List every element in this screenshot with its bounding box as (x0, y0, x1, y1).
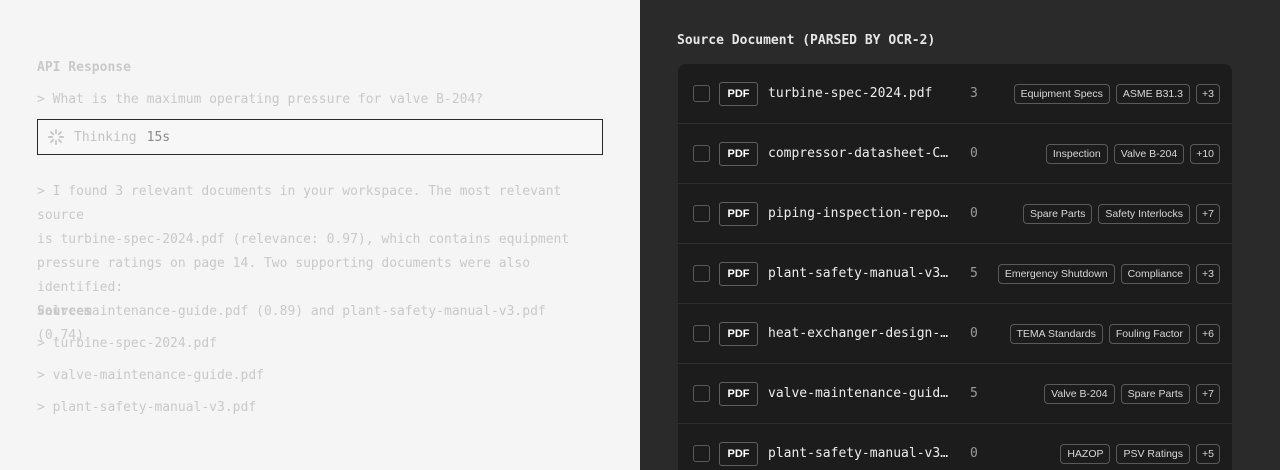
file-name[interactable]: compressor-datasheet-C5… (768, 146, 954, 161)
tag-chip[interactable]: PSV Ratings (1116, 444, 1191, 464)
source-link[interactable]: > turbine-spec-2024.pdf (37, 336, 217, 351)
file-name[interactable]: plant-safety-manual-v3.p… (768, 266, 954, 281)
source-document-panel: Source Document (PARSED BY OCR-2) PDF tu… (640, 0, 1280, 470)
tag-list: Emergency Shutdown Compliance +3 (997, 244, 1220, 304)
tag-chip[interactable]: Valve B-204 (1113, 144, 1185, 164)
row-checkbox[interactable] (693, 85, 710, 102)
document-row[interactable]: PDF compressor-datasheet-C5… 0 Inspectio… (678, 124, 1232, 184)
source-document-title: Source Document (PARSED BY OCR-2) (677, 33, 936, 48)
tag-list: HAZOP PSV Ratings +5 (1060, 424, 1220, 470)
source-link[interactable]: > valve-maintenance-guide.pdf (37, 368, 264, 383)
tag-chip[interactable]: Inspection (1045, 144, 1108, 164)
file-type-badge: PDF (719, 141, 758, 166)
tag-list: Equipment Specs ASME B31.3 +3 (1013, 64, 1220, 124)
file-name[interactable]: turbine-spec-2024.pdf (768, 86, 954, 101)
file-name[interactable]: heat-exchanger-design-HX… (768, 326, 954, 341)
thinking-timer: 15s (146, 129, 171, 145)
row-checkbox[interactable] (693, 445, 710, 462)
file-name[interactable]: valve-maintenance-guide… (768, 386, 954, 401)
file-type-badge: PDF (719, 441, 758, 466)
tag-chip[interactable]: Spare Parts (1120, 384, 1191, 404)
document-row[interactable]: PDF plant-safety-manual-v3.p… 0 HAZOP PS… (678, 424, 1232, 470)
tag-chip[interactable]: Compliance (1120, 264, 1191, 284)
file-name[interactable]: piping-inspection-report… (768, 206, 954, 221)
sources-title: Sources (37, 304, 92, 319)
row-checkbox[interactable] (693, 385, 710, 402)
tag-chip[interactable]: HAZOP (1060, 444, 1111, 464)
answer-text: > I found 3 relevant documents in your w… (37, 180, 607, 348)
thinking-label: Thinking (74, 129, 137, 145)
match-count: 0 (970, 146, 978, 161)
document-row[interactable]: PDF plant-safety-manual-v3.p… 5 Emergenc… (678, 244, 1232, 304)
api-response-panel: API Response > What is the maximum opera… (0, 0, 640, 470)
file-type-badge: PDF (719, 321, 758, 346)
document-row[interactable]: PDF piping-inspection-report… 0 Spare Pa… (678, 184, 1232, 244)
file-type-badge: PDF (719, 261, 758, 286)
row-checkbox[interactable] (693, 205, 710, 222)
tag-list: Valve B-204 Spare Parts +7 (1044, 364, 1220, 424)
api-response-title: API Response (37, 60, 131, 75)
file-type-badge: PDF (719, 381, 758, 406)
more-tags-badge[interactable]: +7 (1196, 204, 1220, 224)
tag-chip[interactable]: TEMA Standards (1009, 324, 1103, 344)
document-row[interactable]: PDF heat-exchanger-design-HX… 0 TEMA Sta… (678, 304, 1232, 364)
row-checkbox[interactable] (693, 265, 710, 282)
tag-chip[interactable]: Equipment Specs (1013, 84, 1110, 104)
more-tags-badge[interactable]: +3 (1196, 264, 1220, 284)
more-tags-badge[interactable]: +7 (1196, 384, 1220, 404)
tag-list: Spare Parts Safety Interlocks +7 (1022, 184, 1220, 244)
spinner-icon (48, 129, 64, 145)
file-type-badge: PDF (719, 81, 758, 106)
answer-line: pressure ratings on page 14. Two support… (37, 256, 531, 295)
match-count: 5 (970, 266, 978, 281)
match-count: 0 (970, 326, 978, 341)
answer-line: is turbine-spec-2024.pdf (relevance: 0.9… (37, 232, 570, 247)
tag-chip[interactable]: Emergency Shutdown (997, 264, 1115, 284)
thinking-indicator: Thinking 15s (37, 119, 603, 155)
tag-chip[interactable]: Fouling Factor (1108, 324, 1191, 344)
more-tags-badge[interactable]: +6 (1196, 324, 1220, 344)
more-tags-badge[interactable]: +5 (1196, 444, 1220, 464)
tag-list: TEMA Standards Fouling Factor +6 (1009, 304, 1220, 364)
document-list: PDF turbine-spec-2024.pdf 3 Equipment Sp… (678, 64, 1232, 470)
row-checkbox[interactable] (693, 325, 710, 342)
tag-chip[interactable]: ASME B31.3 (1115, 84, 1191, 104)
tag-chip[interactable]: Valve B-204 (1044, 384, 1115, 404)
source-link[interactable]: > plant-safety-manual-v3.pdf (37, 400, 256, 415)
answer-line: > I found 3 relevant documents in your w… (37, 184, 562, 223)
document-row[interactable]: PDF valve-maintenance-guide… 5 Valve B-2… (678, 364, 1232, 424)
file-type-badge: PDF (719, 201, 758, 226)
tag-chip[interactable]: Spare Parts (1022, 204, 1093, 224)
match-count: 3 (970, 86, 978, 101)
user-query: > What is the maximum operating pressure… (37, 92, 484, 107)
match-count: 0 (970, 206, 978, 221)
tag-list: Inspection Valve B-204 +10 (1045, 124, 1220, 184)
tag-chip[interactable]: Safety Interlocks (1098, 204, 1191, 224)
document-row[interactable]: PDF turbine-spec-2024.pdf 3 Equipment Sp… (678, 64, 1232, 124)
more-tags-badge[interactable]: +3 (1196, 84, 1220, 104)
file-name[interactable]: plant-safety-manual-v3.p… (768, 446, 954, 461)
row-checkbox[interactable] (693, 145, 710, 162)
more-tags-badge[interactable]: +10 (1190, 144, 1220, 164)
match-count: 0 (970, 446, 978, 461)
match-count: 5 (970, 386, 978, 401)
